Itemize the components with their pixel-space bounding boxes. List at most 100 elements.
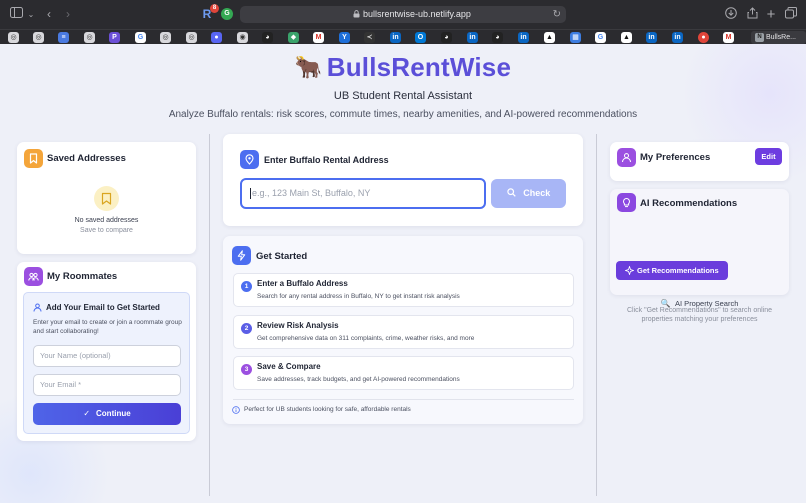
check-icon: ✓	[83, 409, 91, 418]
step-title: Review Risk Analysis	[257, 321, 339, 330]
user-icon	[617, 148, 636, 167]
get-recommendations-button[interactable]: Get Recommendations	[616, 261, 728, 280]
location-pin-icon	[240, 150, 259, 169]
bookmark-linkedin-icon[interactable]: in	[467, 32, 478, 43]
empty-bookmark-icon	[94, 186, 119, 211]
bookmarks-bar: ◎ ◎ ≡ ◎ P G ◎ ◎ ● ◉ ◕ ◆ M Y ≺ in O ◕ in …	[0, 29, 806, 44]
signup-desc: Enter your email to create or join a roo…	[33, 319, 182, 335]
extension-badge: 8	[210, 4, 219, 13]
bookmark-app-icon[interactable]: ◉	[237, 32, 248, 43]
user-icon	[33, 303, 42, 312]
tab-group-chevron-icon[interactable]: ⌄	[27, 7, 35, 22]
new-tab-icon[interactable]: +	[764, 7, 778, 22]
sparkle-icon	[625, 266, 634, 275]
reload-icon[interactable]: ↻	[553, 8, 561, 21]
bookmark-app-icon[interactable]: ▲	[621, 32, 632, 43]
bookmark-openai-icon[interactable]: ◎	[160, 32, 171, 43]
saved-empty-sub: Save to compare	[80, 227, 133, 234]
lightbulb-icon	[617, 193, 636, 212]
bookmark-yahoo-icon[interactable]: Y	[339, 32, 350, 43]
bookmark-openai-icon[interactable]: ◎	[186, 32, 197, 43]
roommates-title: My Roommates	[47, 271, 118, 282]
page-tagline: Analyze Buffalo rentals: risk scores, co…	[168, 109, 638, 120]
left-divider	[209, 134, 210, 496]
get-started-title: Get Started	[256, 251, 308, 262]
bookmark-google-icon[interactable]: G	[135, 32, 146, 43]
get-started-footer: Perfect for UB students looking for safe…	[244, 406, 411, 413]
search-icon	[507, 188, 519, 198]
bookmark-docs-icon[interactable]: ≡	[58, 32, 69, 43]
email-input[interactable]: Your Email *	[33, 374, 181, 396]
bookmark-app-icon[interactable]: ▦	[570, 32, 581, 43]
bookmark-app-icon[interactable]: P	[109, 32, 120, 43]
step-number: 1	[241, 281, 252, 292]
right-divider	[596, 134, 597, 496]
ai-search-desc-line1: Click "Get Recommendations" to search on…	[626, 307, 773, 314]
tab-favicon: N	[755, 33, 764, 42]
step-number: 2	[241, 323, 252, 334]
get-recommendations-label: Get Recommendations	[637, 266, 719, 275]
lightning-icon	[232, 246, 251, 265]
step-item: 3 Save & Compare Save addresses, track b…	[233, 356, 574, 390]
bookmark-github-icon[interactable]: ◕	[441, 32, 452, 43]
step-title: Enter a Buffalo Address	[257, 279, 348, 288]
bookmark-github-icon[interactable]: ◕	[262, 32, 273, 43]
active-tab[interactable]: N BullsRe...	[751, 31, 806, 44]
edit-preferences-button[interactable]: Edit	[755, 148, 782, 165]
bookmark-app-icon[interactable]: ▲	[544, 32, 555, 43]
continue-button[interactable]: ✓ Continue	[33, 403, 181, 425]
back-icon[interactable]: ‹	[44, 7, 54, 22]
downloads-icon[interactable]	[724, 7, 738, 22]
bookmark-discord-icon[interactable]: ●	[211, 32, 222, 43]
lock-icon	[353, 10, 360, 18]
bookmark-outlook-icon[interactable]: O	[415, 32, 426, 43]
bookmark-google-icon[interactable]: G	[595, 32, 606, 43]
page: 🐂 BullsRentWise UB Student Rental Assist…	[0, 44, 806, 503]
forward-icon[interactable]: ›	[63, 7, 73, 22]
continue-label: Continue	[96, 409, 131, 418]
extension-grammar-icon[interactable]: G	[221, 8, 233, 20]
bookmark-app-icon[interactable]: ◆	[288, 32, 299, 43]
bookmark-github-icon[interactable]: ◕	[492, 32, 503, 43]
step-number: 3	[241, 364, 252, 375]
info-icon	[232, 406, 240, 414]
address-bar[interactable]: bullsrentwise-ub.netlify.app ↻	[240, 6, 566, 23]
bookmark-linkedin-icon[interactable]: in	[390, 32, 401, 43]
tab-overview-icon[interactable]	[784, 7, 798, 22]
bookmark-app-icon[interactable]: ●	[698, 32, 709, 43]
sidebar-toggle-icon[interactable]	[9, 7, 23, 22]
step-desc: Get comprehensive data on 311 complaints…	[257, 335, 475, 342]
bookmark-linkedin-icon[interactable]: in	[672, 32, 683, 43]
step-desc: Search for any rental address in Buffalo…	[257, 293, 460, 300]
bookmark-app-icon[interactable]: ≺	[364, 32, 375, 43]
step-item: 2 Review Risk Analysis Get comprehensive…	[233, 315, 574, 349]
name-input[interactable]: Your Name (optional)	[33, 345, 181, 367]
url-text: bullsrentwise-ub.netlify.app	[363, 9, 471, 19]
address-placeholder: e.g., 123 Main St, Buffalo, NY	[252, 188, 371, 198]
bookmark-gmail-icon[interactable]: M	[313, 32, 324, 43]
address-card: Enter Buffalo Rental Address e.g., 123 M…	[223, 134, 583, 226]
bookmark-openai-icon[interactable]: ◎	[84, 32, 95, 43]
roommates-card: My Roommates Add Your Email to Get Start…	[17, 262, 196, 441]
tab-label: BullsRe...	[766, 34, 796, 41]
step-title: Save & Compare	[257, 362, 321, 371]
preferences-title: My Preferences	[640, 152, 711, 163]
share-icon[interactable]	[745, 7, 759, 22]
ai-recommendations-title: AI Recommendations	[640, 198, 738, 209]
saved-addresses-card: Saved Addresses No saved addresses Save …	[17, 142, 196, 254]
saved-addresses-title: Saved Addresses	[47, 153, 126, 164]
bookmark-openai-icon[interactable]: ◎	[8, 32, 19, 43]
signup-title: Add Your Email to Get Started	[46, 303, 160, 312]
bookmark-openai-icon[interactable]: ◎	[33, 32, 44, 43]
bookmark-gmail-icon[interactable]: M	[723, 32, 734, 43]
bookmark-linkedin-icon[interactable]: in	[646, 32, 657, 43]
address-input[interactable]: e.g., 123 Main St, Buffalo, NY	[240, 178, 486, 209]
bookmark-linkedin-icon[interactable]: in	[518, 32, 529, 43]
brand-header: 🐂 BullsRentWise	[0, 52, 806, 83]
check-button[interactable]: Check	[491, 179, 566, 208]
saved-empty-title: No saved addresses	[74, 217, 139, 224]
ai-recommendations-card: AI Recommendations Get Recommendations	[610, 189, 789, 295]
check-label: Check	[523, 188, 551, 198]
preferences-card: My Preferences Edit	[610, 142, 789, 181]
text-caret	[250, 188, 251, 200]
